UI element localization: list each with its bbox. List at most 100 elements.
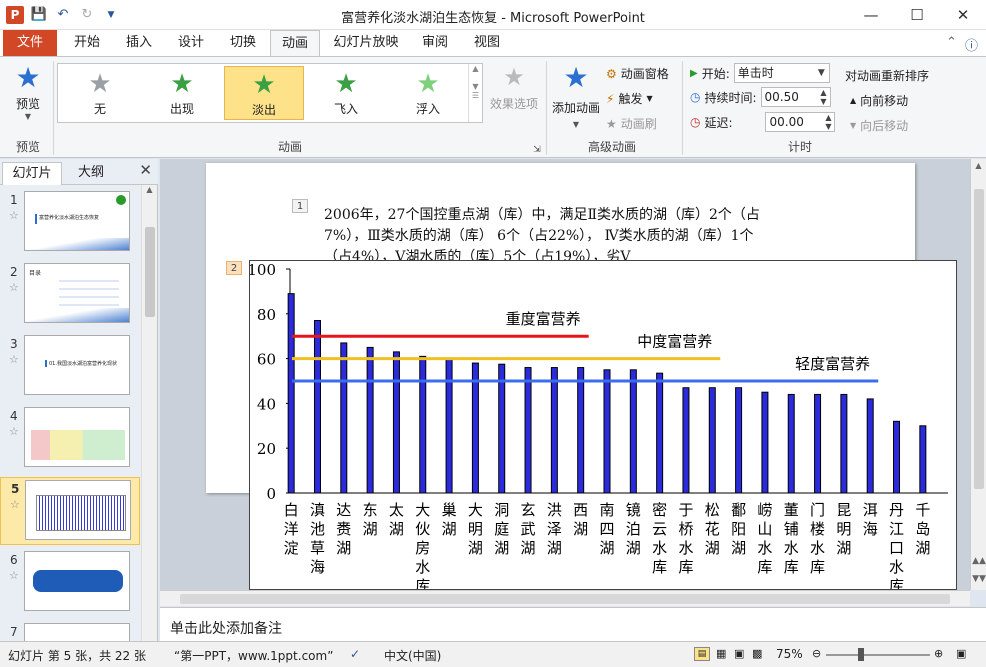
tab-slides[interactable]: 幻灯片 bbox=[2, 162, 62, 185]
category-label: 洪泽湖 bbox=[547, 501, 562, 557]
slides-pane-scrollbar[interactable]: ▲ bbox=[141, 185, 157, 641]
slide-thumbnail-4[interactable]: 4 ☆ bbox=[0, 405, 140, 473]
bar bbox=[550, 367, 558, 494]
theme-name-text[interactable]: “第一PPT，www.1ppt.com” bbox=[174, 647, 333, 664]
animation-star-icon: ☆ bbox=[9, 353, 19, 366]
animation-fade[interactable]: ★ 淡出 bbox=[224, 66, 304, 120]
tab-design[interactable]: 设计 bbox=[168, 30, 214, 56]
chevron-down-icon: ▼ bbox=[24, 112, 32, 121]
zoom-level[interactable]: 75% bbox=[776, 647, 803, 661]
next-slide-icon[interactable]: ▼▼ bbox=[971, 574, 986, 584]
preview-button[interactable]: ★ 预览 ▼ bbox=[6, 61, 50, 131]
start-row: ▶ 开始: 单击时 ▼ bbox=[690, 63, 830, 83]
duration-spinner[interactable]: 00.50 ▲ ▼ bbox=[760, 87, 831, 107]
tab-home[interactable]: 开始 bbox=[64, 30, 110, 56]
normal-view-icon[interactable]: ▤ bbox=[694, 647, 710, 661]
y-tick-label: 0 bbox=[266, 485, 276, 503]
spellcheck-icon[interactable]: ✓ bbox=[350, 647, 360, 661]
minimize-ribbon-icon[interactable]: ⌃ bbox=[946, 35, 957, 54]
slide-vertical-scrollbar[interactable]: ▲ ▲▲ ▼▼ bbox=[970, 159, 986, 590]
tab-slideshow[interactable]: 幻灯片放映 bbox=[326, 30, 406, 56]
help-icon[interactable]: ⓘ bbox=[965, 35, 978, 54]
scroll-thumb[interactable] bbox=[974, 189, 984, 489]
delay-spinner[interactable]: 00.00 ▲ ▼ bbox=[765, 112, 836, 132]
notes-pane[interactable]: 单击此处添加备注 bbox=[160, 607, 986, 641]
trigger-label: 触发 bbox=[618, 92, 643, 106]
move-earlier-label: 向前移动 bbox=[860, 94, 909, 108]
language-text[interactable]: 中文(中国) bbox=[384, 647, 441, 664]
animation-painter-label: 动画刷 bbox=[620, 117, 657, 131]
scroll-up-icon[interactable]: ▲ bbox=[142, 185, 157, 194]
animation-float-in[interactable]: ★ 浮入 bbox=[388, 66, 468, 120]
slide-horizontal-scrollbar[interactable] bbox=[160, 590, 970, 606]
spinner-arrows-icon[interactable]: ▲ ▼ bbox=[825, 113, 831, 131]
thumb-lines bbox=[59, 274, 119, 310]
slide-thumbnail-3[interactable]: 3 ☆ 01.我国淡水湖泊富营养化现状 bbox=[0, 333, 140, 401]
previous-slide-icon[interactable]: ▲▲ bbox=[971, 556, 986, 566]
dialog-launcher-icon[interactable]: ⇲ bbox=[530, 145, 544, 155]
trigger-icon: ⚡ bbox=[606, 91, 615, 106]
gallery-scrollbar[interactable]: ▲ ▼ ☰ bbox=[468, 64, 482, 122]
slide-thumbnail-6[interactable]: 6 ☆ bbox=[0, 549, 140, 617]
move-later-button[interactable]: ▼ 向后移动 bbox=[850, 117, 908, 134]
spinner-arrows-icon[interactable]: ▲ ▼ bbox=[820, 88, 826, 106]
tab-insert[interactable]: 插入 bbox=[116, 30, 162, 56]
duration-row: ◷ 持续时间: 00.50 ▲ ▼ bbox=[690, 87, 831, 107]
animation-pane-icon: ⚙ bbox=[606, 66, 617, 81]
slideshow-icon[interactable]: ▩ bbox=[752, 647, 762, 660]
close-button[interactable]: ✕ bbox=[940, 0, 986, 30]
scroll-thumb[interactable] bbox=[180, 594, 950, 604]
zoom-out-icon[interactable]: ⊖ bbox=[812, 647, 821, 660]
slide-body-text[interactable]: 2006年，27个国控重点湖（库）中，满足Ⅱ类水质的湖（库）2个（占7%），Ⅲ类… bbox=[324, 205, 780, 268]
slide-number: 7 bbox=[10, 625, 18, 639]
move-earlier-button[interactable]: ▲ 向前移动 bbox=[850, 92, 908, 109]
animation-fly-in[interactable]: ★ 飞入 bbox=[306, 66, 386, 120]
fit-to-window-icon[interactable]: ▣ bbox=[956, 647, 966, 660]
minimize-button[interactable]: — bbox=[848, 0, 894, 30]
animation-tag-1[interactable]: 1 bbox=[292, 199, 308, 213]
animation-pane-button[interactable]: ⚙ 动画窗格 bbox=[606, 65, 669, 82]
slide-thumbnail-5[interactable]: 5 ☆ bbox=[0, 477, 140, 545]
zoom-slider-knob[interactable] bbox=[858, 648, 864, 661]
tab-review[interactable]: 审阅 bbox=[412, 30, 458, 56]
tab-outline[interactable]: 大纲 bbox=[64, 162, 118, 185]
scroll-thumb[interactable] bbox=[145, 227, 155, 317]
slides-pane: 幻灯片 大纲 ✕ 1 ☆ 富营养化淡水湖泊生态恢复 2 ☆ 目录 3 ☆ 01.… bbox=[0, 159, 158, 641]
start-label: 开始: bbox=[701, 66, 730, 81]
category-label: 崂山水库 bbox=[757, 501, 772, 576]
trigger-button[interactable]: ⚡ 触发 ▼ bbox=[606, 90, 653, 107]
bar bbox=[761, 391, 769, 494]
maximize-button[interactable]: ☐ bbox=[894, 0, 940, 30]
category-label: 丹江口水库 bbox=[889, 501, 904, 589]
category-label: 西湖 bbox=[573, 501, 588, 538]
zoom-in-icon[interactable]: ⊕ bbox=[934, 647, 943, 660]
animation-tag-2[interactable]: 2 bbox=[226, 261, 242, 275]
tab-transitions[interactable]: 切换 bbox=[220, 30, 266, 56]
slide-thumbnail-2[interactable]: 2 ☆ 目录 bbox=[0, 261, 140, 329]
scroll-up-icon[interactable]: ▲ bbox=[971, 161, 986, 170]
effect-options-button[interactable]: ★ 效果选项 bbox=[488, 63, 540, 112]
reading-view-icon[interactable]: ▣ bbox=[734, 647, 744, 660]
close-icon[interactable]: ✕ bbox=[139, 161, 152, 179]
tab-file[interactable]: 文件 bbox=[3, 30, 57, 56]
start-combo[interactable]: 单击时 ▼ bbox=[733, 63, 830, 83]
zoom-slider[interactable] bbox=[826, 654, 930, 656]
slide-thumbnail-1[interactable]: 1 ☆ 富营养化淡水湖泊生态恢复 bbox=[0, 189, 140, 257]
chart-image[interactable]: 100 80 60 40 20 0 重度富营养 中度富营养 轻度富营养 白洋淀 滇池草海 达赉湖 东湖太… bbox=[247, 260, 957, 590]
tab-view[interactable]: 视图 bbox=[464, 30, 510, 56]
bar bbox=[498, 363, 506, 494]
tab-animations[interactable]: 动画 bbox=[270, 30, 320, 56]
slide-editing-area: 1 2006年，27个国控重点湖（库）中，满足Ⅱ类水质的湖（库）2个（占7%），… bbox=[160, 159, 970, 590]
animation-label: 淡出 bbox=[251, 103, 276, 117]
slide-number: 1 bbox=[10, 193, 18, 207]
animation-appear[interactable]: ★ 出现 bbox=[142, 66, 222, 120]
animation-painter-button[interactable]: ★ 动画刷 bbox=[606, 115, 657, 132]
slide-number: 2 bbox=[10, 265, 18, 279]
slide-sorter-icon[interactable]: ▦ bbox=[716, 647, 726, 660]
bar bbox=[787, 393, 795, 494]
animation-none[interactable]: ★ 无 bbox=[60, 66, 140, 120]
bar bbox=[735, 387, 743, 494]
category-label: 达赉湖 bbox=[336, 501, 351, 557]
add-animation-button[interactable]: ★ 添加动画 ▼ bbox=[550, 61, 602, 129]
slide-thumbnail-7[interactable]: 7 bbox=[0, 621, 140, 641]
